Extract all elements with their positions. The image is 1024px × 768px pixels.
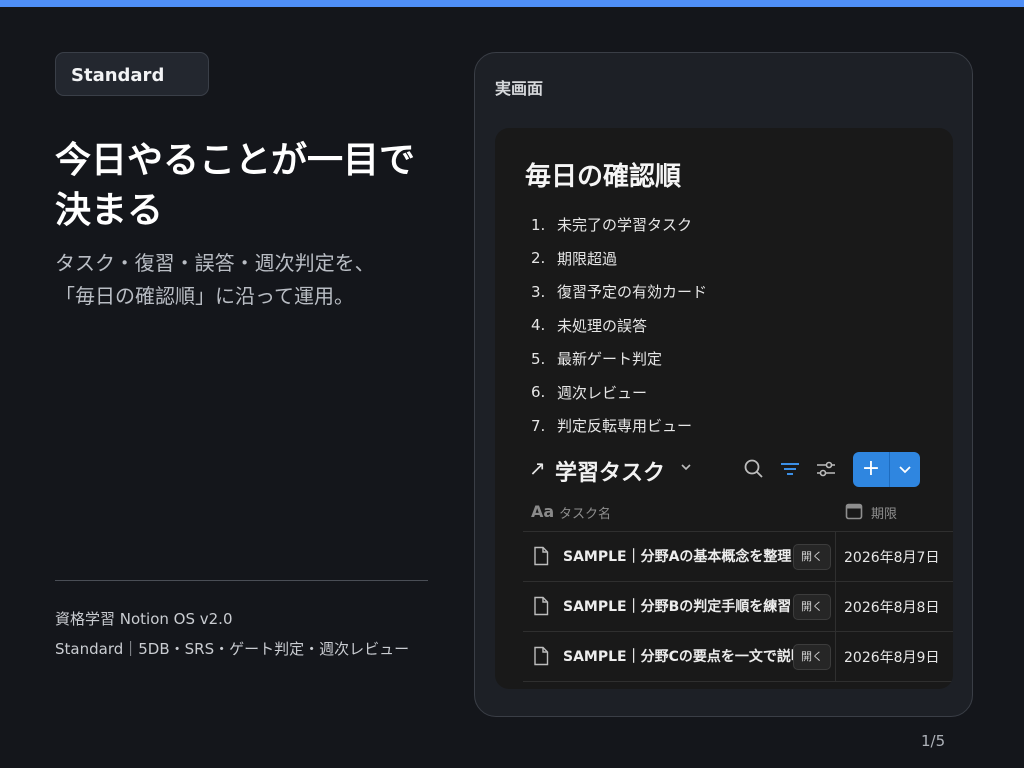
hero-subtitle-line1: タスク・復習・誤答・週次判定を、 [55, 251, 375, 275]
task-name[interactable]: SAMPLE｜分野Cの要点を一文で説明 [563, 646, 795, 666]
open-button[interactable]: 開く [793, 594, 831, 620]
list-item-number: 6. [531, 383, 546, 402]
table-row[interactable]: SAMPLE｜分野Bの判定手順を練習 開く 2026年8月8日 [523, 582, 953, 632]
list-item: 5. 最新ゲート判定 [531, 342, 707, 376]
linked-arrow-icon: ↗ [529, 456, 546, 480]
list-item-number: 5. [531, 349, 546, 368]
hero-title-line2: 決まる [55, 190, 164, 231]
list-item-number: 3. [531, 282, 546, 301]
task-name[interactable]: SAMPLE｜分野Aの基本概念を整理 [563, 546, 795, 566]
list-item-number: 4. [531, 316, 546, 335]
sliders-icon[interactable] [813, 456, 839, 482]
task-due-date[interactable]: 2026年8月7日 [844, 547, 939, 567]
top-accent-bar [0, 0, 1024, 7]
hero-title-line1: 今日やることが一目で [55, 140, 416, 181]
list-item-number: 7. [531, 416, 546, 435]
hero-subtitle: タスク・復習・誤答・週次判定を、 「毎日の確認順」に沿って運用。 [55, 247, 465, 313]
list-item-number: 2. [531, 249, 546, 268]
table-header: Aa タスク名 期限 [523, 496, 953, 532]
search-icon[interactable] [741, 456, 767, 482]
task-due-date[interactable]: 2026年8月9日 [844, 647, 939, 667]
list-item-text: 判定反転専用ビュー [557, 417, 693, 436]
list-item-text: 最新ゲート判定 [557, 350, 663, 369]
document-icon [533, 646, 549, 666]
document-icon [533, 546, 549, 566]
product-name: 資格学習 Notion OS v2.0 [55, 610, 233, 628]
hero-title: 今日やることが一目で 決まる [55, 136, 465, 236]
edition-badge: Standard [55, 52, 209, 96]
list-item-text: 週次レビュー [557, 383, 648, 402]
list-item-number: 1. [531, 215, 546, 234]
table-row[interactable]: SAMPLE｜分野Aの基本概念を整理 開く 2026年8月7日 [523, 532, 953, 582]
list-item-text: 未処理の誤答 [557, 316, 648, 335]
list-item-text: 未完了の学習タスク [557, 216, 693, 235]
column-header-date[interactable]: 期限 [871, 503, 897, 522]
panel-label: 実画面 [495, 79, 544, 98]
product-features: Standard｜5DB・SRS・ゲート判定・週次レビュー [55, 640, 410, 658]
list-item: 3. 復習予定の有効カード [531, 275, 707, 309]
list-item: 1. 未完了の学習タスク [531, 208, 707, 242]
check-order-list: 1. 未完了の学習タスク 2. 期限超過 3. 復習予定の有効カード 4. 未処理の誤答… [531, 208, 707, 443]
calendar-icon [845, 502, 863, 520]
list-item: 7. 判定反転専用ビュー [531, 409, 707, 443]
task-name[interactable]: SAMPLE｜分野Bの判定手順を練習 [563, 596, 795, 616]
list-item: 6. 週次レビュー [531, 376, 707, 410]
screen-title: 毎日の確認順 [525, 162, 682, 192]
list-item-text: 復習予定の有効カード [557, 283, 708, 302]
chevron-down-icon[interactable] [679, 460, 693, 478]
database-title[interactable]: 学習タスク [555, 455, 665, 487]
filter-icon[interactable] [777, 456, 803, 482]
task-due-date[interactable]: 2026年8月8日 [844, 597, 939, 617]
database-header: ↗ 学習タスク + [529, 452, 920, 488]
column-header-name[interactable]: タスク名 [559, 503, 611, 522]
hero-subtitle-line2: 「毎日の確認順」に沿って運用。 [55, 284, 354, 308]
list-item: 4. 未処理の誤答 [531, 309, 707, 343]
notion-screen: 毎日の確認順 1. 未完了の学習タスク 2. 期限超過 3. 復習予定の有効カード 4… [495, 128, 953, 689]
task-table: Aa タスク名 期限 SAMPLE｜分野Aの基本概念を整理 開く 2026年8月… [523, 496, 953, 682]
list-item: 2. 期限超過 [531, 242, 707, 276]
open-button[interactable]: 開く [793, 544, 831, 570]
screenshot-panel: 実画面 毎日の確認順 1. 未完了の学習タスク 2. 期限超過 3. 復習予定の有効カ… [474, 52, 973, 717]
chevron-down-icon[interactable] [890, 452, 920, 487]
page-number: 1/5 [921, 732, 946, 750]
list-item-text: 期限超過 [557, 249, 618, 268]
footer-divider [55, 580, 428, 581]
plus-icon[interactable]: + [853, 452, 889, 487]
text-property-icon: Aa [531, 502, 555, 521]
open-button[interactable]: 開く [793, 644, 831, 670]
table-row[interactable]: SAMPLE｜分野Cの要点を一文で説明 開く 2026年8月9日 [523, 632, 953, 682]
document-icon [533, 596, 549, 616]
column-divider [835, 532, 836, 682]
new-button[interactable]: + [853, 452, 920, 487]
